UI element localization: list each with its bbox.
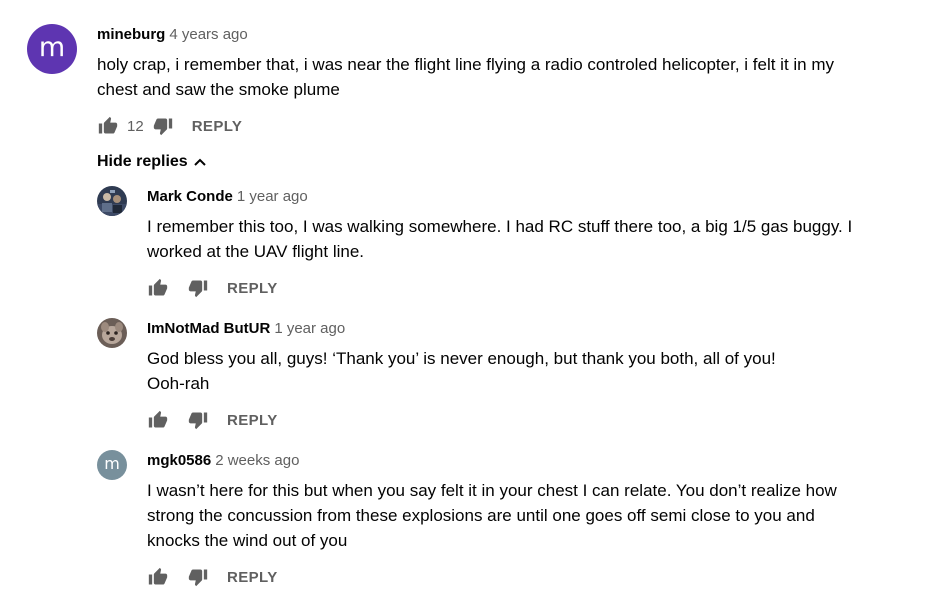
timestamp[interactable]: 1 year ago	[274, 320, 345, 337]
reply-button[interactable]: REPLY	[227, 280, 278, 297]
comment-text-line: knocks the wind out of you	[147, 531, 348, 550]
comment-text: I remember this too, I was walking somew…	[147, 214, 927, 264]
chevron-up-icon	[193, 158, 206, 166]
like-button[interactable]	[147, 566, 169, 588]
thumbs-up-icon	[148, 567, 168, 585]
avatar[interactable]	[97, 318, 127, 348]
comment-text-line: strong the concussion from these explosi…	[147, 506, 815, 525]
author-name[interactable]: mgk0586	[147, 452, 211, 469]
hide-replies-button[interactable]: Hide replies	[97, 151, 206, 173]
reply-button[interactable]: REPLY	[192, 118, 243, 135]
reply-button[interactable]: REPLY	[227, 412, 278, 429]
avatar-letter: m	[38, 31, 66, 63]
comment-header: mineburg 4 years ago	[97, 25, 248, 45]
thumbs-up-icon	[148, 278, 168, 296]
comment-text: I wasn’t here for this but when you say …	[147, 478, 927, 553]
dislike-button[interactable]	[187, 409, 209, 431]
avatar[interactable]	[97, 186, 127, 216]
comment-toolbar: 12 REPLY	[97, 114, 242, 138]
comment-toolbar: REPLY	[147, 565, 278, 589]
timestamp[interactable]: 2 weeks ago	[215, 452, 299, 469]
dislike-button[interactable]	[187, 277, 209, 299]
comment-toolbar: REPLY	[147, 408, 278, 432]
comment-header: ImNotMad ButUR 1 year ago	[147, 319, 345, 339]
avatar-photo-icon	[97, 186, 127, 216]
hide-replies-label: Hide replies	[97, 153, 188, 170]
like-button[interactable]	[147, 277, 169, 299]
avatar-letter: m	[104, 454, 120, 473]
author-name[interactable]: Mark Conde	[147, 188, 233, 205]
like-button[interactable]	[147, 409, 169, 431]
comment-text-line: Ooh-rah	[147, 374, 210, 393]
comment-thread: m mineburg 4 years ago holy crap, i remem…	[0, 0, 939, 150]
avatar[interactable]: m	[27, 24, 77, 74]
comment-text-line: holy crap, i remember that, i was near t…	[97, 55, 835, 99]
thumbs-up-icon	[98, 116, 118, 134]
comment-text-line: worked at the UAV flight line.	[147, 242, 365, 261]
like-count: 12	[127, 117, 144, 135]
reply-button[interactable]: REPLY	[227, 569, 278, 586]
comment-text-line: I wasn’t here for this but when you say …	[147, 481, 837, 500]
thumbs-down-icon	[153, 118, 172, 136]
comment-text: God bless you all, guys! ‘Thank you’ is …	[147, 346, 927, 396]
timestamp[interactable]: 1 year ago	[237, 188, 308, 205]
comment-header: Mark Conde 1 year ago	[147, 187, 308, 207]
comment-toolbar: REPLY	[147, 276, 278, 300]
avatar-photo-icon	[97, 318, 127, 348]
dislike-button[interactable]	[152, 115, 174, 137]
comment-text: holy crap, i remember that, i was near t…	[97, 52, 877, 102]
timestamp[interactable]: 4 years ago	[169, 26, 247, 43]
thumbs-down-icon	[188, 569, 208, 587]
comment-text-line: God bless you all, guys! ‘Thank you’ is …	[147, 349, 776, 368]
dislike-button[interactable]	[187, 566, 209, 588]
author-name[interactable]: mineburg	[97, 26, 165, 43]
comment-text-line: I remember this too, I was walking somew…	[147, 217, 853, 236]
thumbs-down-icon	[188, 412, 208, 430]
thumbs-up-icon	[148, 410, 168, 428]
like-button[interactable]	[97, 115, 119, 137]
comment-header: mgk0586 2 weeks ago	[147, 451, 299, 471]
thumbs-down-icon	[188, 280, 208, 298]
author-name[interactable]: ImNotMad ButUR	[147, 320, 270, 337]
avatar[interactable]: m	[97, 450, 127, 480]
